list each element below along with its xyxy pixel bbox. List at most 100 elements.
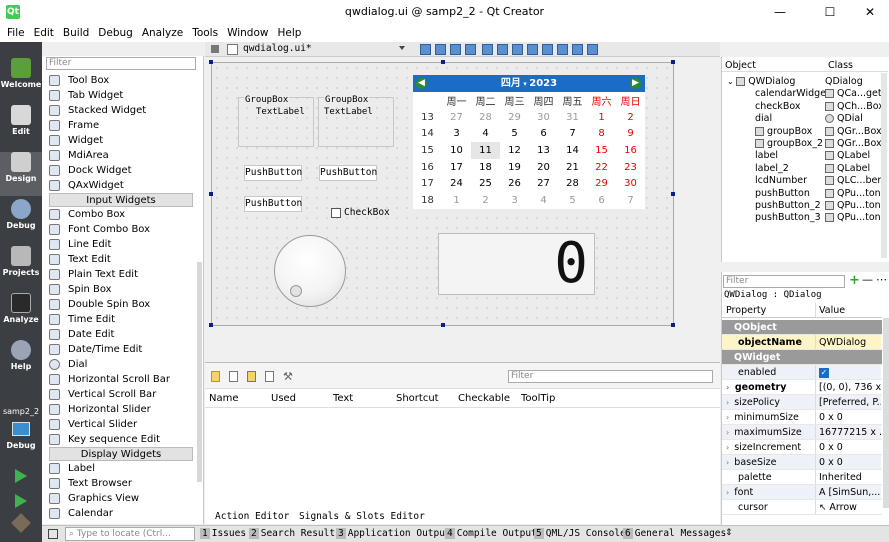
widget-item-label[interactable]: Label xyxy=(46,461,200,476)
open-file-name[interactable]: qwdialog.ui* xyxy=(243,43,312,54)
remove-property-icon[interactable]: — xyxy=(862,273,873,286)
column-object[interactable]: Object xyxy=(725,60,828,71)
calendar-day[interactable]: 5 xyxy=(558,192,587,209)
push-button-2[interactable]: PushButton xyxy=(319,165,377,181)
calendar-day[interactable]: 14 xyxy=(558,142,587,159)
calendar-day[interactable]: 30 xyxy=(529,109,558,126)
widget-item-qaxwidget[interactable]: QAxWidget xyxy=(46,178,200,193)
layout-vsplitter-icon[interactable] xyxy=(527,44,538,55)
calendar-day[interactable]: 3 xyxy=(442,125,471,142)
calendar-day[interactable]: 26 xyxy=(500,175,529,192)
property-row[interactable]: › sizeIncrement 0 x 0 xyxy=(722,440,882,455)
calendar-day[interactable]: 28 xyxy=(558,175,587,192)
dial[interactable] xyxy=(274,235,346,307)
pane-application-output[interactable]: 3 Application Output xyxy=(336,528,451,539)
layout-horizontal-icon[interactable] xyxy=(482,44,493,55)
calendar-day[interactable]: 23 xyxy=(616,159,645,176)
column-checkable[interactable]: Checkable xyxy=(458,393,510,404)
lcd-number[interactable]: 0 xyxy=(438,233,595,295)
enabled-checkbox[interactable]: ✓ xyxy=(819,368,829,378)
resize-handle[interactable] xyxy=(441,60,445,64)
widget-item-vertical-scroll-bar[interactable]: Vertical Scroll Bar xyxy=(46,387,200,402)
calendar-month[interactable]: 四月 xyxy=(501,78,521,89)
property-row[interactable]: › sizePolicy [Preferred, P... xyxy=(722,395,882,410)
calendar-day[interactable]: 30 xyxy=(616,175,645,192)
widget-item-tool-box[interactable]: Tool Box xyxy=(46,73,200,88)
layout-hsplitter-icon[interactable] xyxy=(512,44,523,55)
widget-item-font-combo-box[interactable]: Font Combo Box xyxy=(46,222,200,237)
resize-handle[interactable] xyxy=(671,60,675,64)
calendar-day[interactable]: 27 xyxy=(529,175,558,192)
property-row[interactable]: cursor ↖ Arrow xyxy=(722,500,882,515)
build-hammer-icon[interactable] xyxy=(11,513,31,533)
new-action-icon[interactable] xyxy=(211,371,220,382)
property-section-qobject[interactable]: QObject xyxy=(722,320,882,335)
calendar-day[interactable]: 8 xyxy=(587,125,616,142)
category-display-widgets[interactable]: Display Widgets xyxy=(49,447,193,461)
widget-item-stacked-widget[interactable]: Stacked Widget xyxy=(46,103,200,118)
property-section-qwidget[interactable]: QWidget xyxy=(722,350,882,365)
property-scrollbar[interactable] xyxy=(883,318,889,508)
close-button[interactable]: ✕ xyxy=(850,2,889,22)
kit-config[interactable]: Debug xyxy=(0,441,42,450)
menu-analyze[interactable]: Analyze xyxy=(142,27,183,39)
edit-buddies-icon[interactable] xyxy=(450,44,461,55)
widget-item-widget[interactable]: Widget xyxy=(46,133,200,148)
calendar-day[interactable]: 10 xyxy=(442,142,471,159)
calendar-day[interactable]: 22 xyxy=(587,159,616,176)
calendar-day[interactable]: 20 xyxy=(529,159,558,176)
property-row[interactable]: palette Inherited xyxy=(722,470,882,485)
groupbox-1[interactable]: GroupBox TextLabel xyxy=(238,91,314,147)
add-property-icon[interactable]: + xyxy=(849,273,860,288)
pane-qml-console[interactable]: 5 QML/JS Console xyxy=(534,528,626,539)
checkbox-box[interactable] xyxy=(331,207,341,218)
calendar-day[interactable]: 7 xyxy=(616,192,645,209)
property-row[interactable]: › minimumSize 0 x 0 xyxy=(722,410,882,425)
property-row[interactable]: › maximumSize16777215 x ... xyxy=(722,425,882,440)
mode-welcome[interactable]: Welcome xyxy=(0,58,42,102)
resize-handle[interactable] xyxy=(209,323,213,327)
pane-search-results[interactable]: 2 Search Results xyxy=(249,528,341,539)
calendar-day[interactable]: 15 xyxy=(587,142,616,159)
toggle-sidebar-icon[interactable] xyxy=(48,529,58,539)
widget-item-date-edit[interactable]: Date Edit xyxy=(46,327,200,342)
widget-filter-input[interactable]: Filter xyxy=(46,57,196,70)
column-tooltip[interactable]: ToolTip xyxy=(521,393,555,404)
menu-window[interactable]: Window xyxy=(227,27,268,39)
tree-row[interactable]: pushButton_3 QPu...ton xyxy=(722,212,888,224)
calendar-day[interactable]: 2 xyxy=(471,192,500,209)
mode-analyze[interactable]: Analyze xyxy=(0,293,42,337)
widget-box-scrollbar[interactable] xyxy=(197,262,202,482)
tree-row[interactable]: groupBox_2 QGr...Box xyxy=(722,138,888,150)
widget-item-mdiarea[interactable]: MdiArea xyxy=(46,148,200,163)
widget-item-text-browser[interactable]: Text Browser xyxy=(46,476,200,491)
edit-tab-order-icon[interactable] xyxy=(465,44,476,55)
push-button-1[interactable]: PushButton xyxy=(244,165,302,181)
calendar-day[interactable]: 3 xyxy=(500,192,529,209)
calendar-day[interactable]: 28 xyxy=(471,109,500,126)
calendar-prev-month-icon[interactable]: ◀ xyxy=(416,78,427,89)
resize-handle[interactable] xyxy=(209,60,213,64)
calendar-next-month-icon[interactable]: ▶ xyxy=(630,78,641,89)
widget-item-key-sequence-edit[interactable]: Key sequence Edit xyxy=(46,432,200,447)
property-row[interactable]: enabled ✓ xyxy=(722,365,882,380)
property-row[interactable]: › font A [SimSun,... xyxy=(722,485,882,500)
checkbox[interactable]: CheckBox xyxy=(331,207,390,218)
debug-run-icon[interactable] xyxy=(15,494,27,508)
calendar-day[interactable]: 21 xyxy=(558,159,587,176)
property-row[interactable]: › geometry[(0, 0), 736 x... xyxy=(722,380,882,395)
copy-action-icon[interactable] xyxy=(229,371,238,382)
pane-issues[interactable]: 1 Issues xyxy=(200,528,246,539)
calendar-day[interactable]: 12 xyxy=(500,142,529,159)
tab-signals-slots[interactable]: Signals & Slots Editor xyxy=(299,511,425,522)
tree-row[interactable]: label_2 QLabel xyxy=(722,163,888,175)
calendar-day[interactable]: 29 xyxy=(500,109,529,126)
resize-handle[interactable] xyxy=(671,192,675,196)
mode-design[interactable]: Design xyxy=(0,152,42,196)
menu-edit[interactable]: Edit xyxy=(34,27,54,39)
calendar-day[interactable]: 1 xyxy=(442,192,471,209)
kit-project[interactable]: samp2_2 xyxy=(0,407,42,416)
widget-item-double-spin-box[interactable]: Double Spin Box xyxy=(46,297,200,312)
menu-tools[interactable]: Tools xyxy=(192,27,218,39)
mode-projects[interactable]: Projects xyxy=(0,246,42,290)
